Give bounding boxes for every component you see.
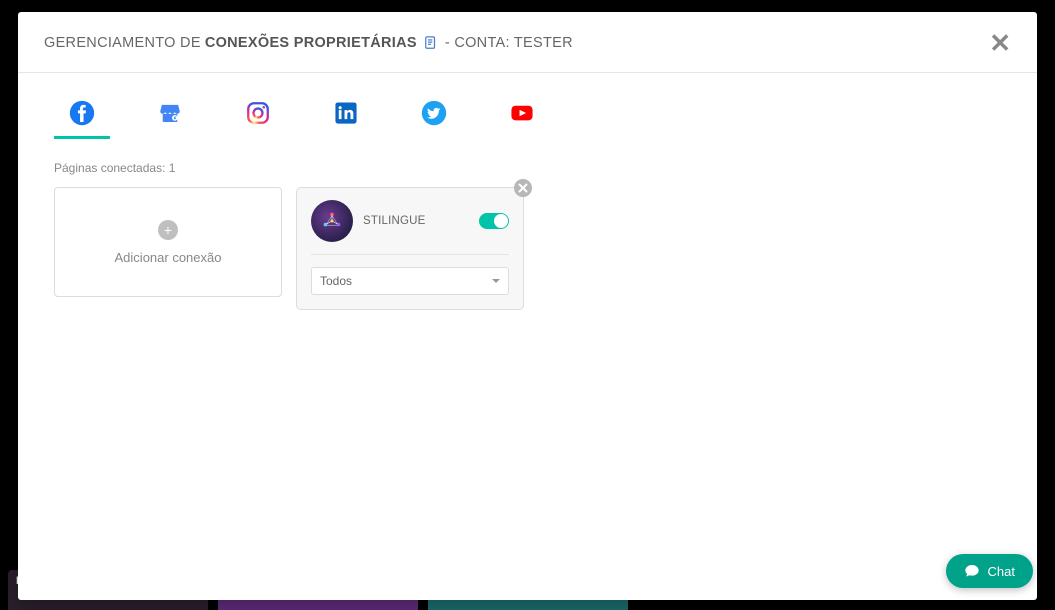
chevron-down-icon — [492, 279, 500, 283]
select-value: Todos — [320, 274, 352, 288]
connected-count: Páginas conectadas: 1 — [54, 161, 1001, 175]
add-connection-button[interactable]: + Adicionar conexão — [54, 187, 282, 297]
title-bold: CONEXÕES PROPRIETÁRIAS — [205, 35, 417, 51]
connection-scope-select[interactable]: Todos — [311, 267, 509, 295]
modal-header: GERENCIAMENTO DE CONEXÕES PROPRIETÁRIAS … — [18, 12, 1037, 73]
modal-body: Páginas conectadas: 1 + Adicionar conexã… — [18, 73, 1037, 600]
plus-icon: + — [158, 220, 178, 240]
add-connection-label: Adicionar conexão — [115, 250, 222, 265]
chat-widget-button[interactable]: Chat — [946, 554, 1033, 588]
connection-card: STILINGUE Todos — [296, 187, 524, 310]
connection-toggle[interactable] — [479, 213, 509, 229]
cards-row: + Adicionar conexão STILINGUE — [54, 187, 1001, 310]
social-tabs — [54, 95, 1001, 139]
tab-facebook[interactable] — [54, 95, 110, 139]
tab-linkedin[interactable] — [318, 95, 374, 139]
chat-label: Chat — [988, 564, 1015, 579]
tab-youtube[interactable] — [494, 95, 550, 139]
title-suffix: - CONTA: TESTER — [445, 35, 573, 51]
close-button[interactable]: ✕ — [989, 30, 1011, 56]
help-icon[interactable] — [424, 36, 438, 50]
chat-icon — [964, 563, 980, 579]
title-prefix: GERENCIAMENTO DE — [44, 35, 201, 51]
tab-twitter[interactable] — [406, 95, 462, 139]
remove-connection-button[interactable] — [514, 179, 532, 197]
connection-avatar — [311, 200, 353, 242]
tab-google-my-business[interactable] — [142, 95, 198, 139]
connections-modal: GERENCIAMENTO DE CONEXÕES PROPRIETÁRIAS … — [18, 12, 1037, 600]
tab-instagram[interactable] — [230, 95, 286, 139]
modal-title: GERENCIAMENTO DE CONEXÕES PROPRIETÁRIAS … — [44, 35, 573, 51]
connection-name: STILINGUE — [363, 215, 426, 227]
